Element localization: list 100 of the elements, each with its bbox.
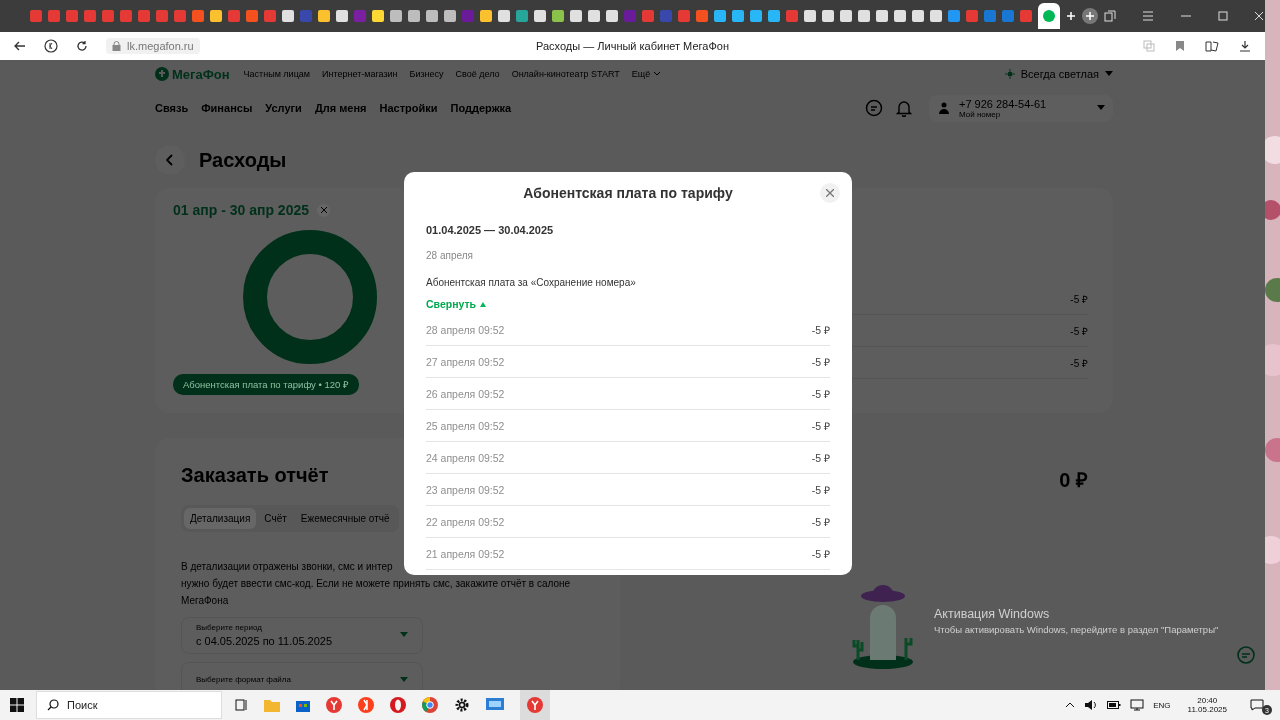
close-button[interactable] — [820, 183, 840, 203]
bell-icon[interactable] — [896, 99, 912, 117]
site-icon[interactable] — [984, 10, 996, 22]
account-selector[interactable]: +7 926 284-54-61 Мой номер — [929, 94, 1113, 122]
site-icon[interactable] — [858, 10, 870, 22]
site-icon[interactable] — [390, 10, 402, 22]
site-icon[interactable] — [606, 10, 618, 22]
nav-link[interactable]: Финансы — [201, 102, 253, 114]
collapse-link[interactable]: Свернуть — [426, 298, 487, 310]
logo[interactable]: МегаФон — [155, 66, 230, 82]
browser-icon[interactable] — [390, 697, 406, 713]
site-icon[interactable] — [66, 10, 78, 22]
nav-link[interactable]: Бизнесу — [409, 69, 444, 79]
site-icon[interactable] — [948, 10, 960, 22]
site-icon[interactable] — [894, 10, 906, 22]
site-icon[interactable] — [714, 10, 726, 22]
site-icon[interactable] — [84, 10, 96, 22]
maximize-icon[interactable] — [1218, 11, 1228, 21]
site-icon[interactable] — [228, 10, 240, 22]
site-icon[interactable] — [192, 10, 204, 22]
site-icon[interactable] — [696, 10, 708, 22]
site-icon[interactable] — [264, 10, 276, 22]
nav-link[interactable]: Услуги — [265, 102, 302, 114]
site-icon[interactable] — [318, 10, 330, 22]
site-icon[interactable] — [408, 10, 420, 22]
search-field[interactable]: Поиск — [36, 691, 222, 719]
nav-link[interactable]: Онлайн-кинотеатр START — [511, 69, 620, 79]
language-indicator[interactable]: ENG — [1153, 700, 1171, 710]
reading-list-icon[interactable] — [1205, 40, 1219, 52]
clock[interactable]: 20:40 11.05.2025 — [1187, 696, 1227, 714]
nav-link[interactable]: Поддержка — [450, 102, 512, 114]
chevron-up-icon[interactable] — [1065, 701, 1076, 709]
site-icon[interactable] — [498, 10, 510, 22]
site-icon[interactable] — [156, 10, 168, 22]
site-icon[interactable] — [210, 10, 222, 22]
plus-icon[interactable] — [1066, 11, 1076, 21]
reload-icon[interactable] — [76, 40, 88, 52]
site-icon[interactable] — [246, 10, 258, 22]
tab[interactable]: Ежемесячные отчё — [294, 508, 396, 529]
menu-icon[interactable] — [1142, 11, 1154, 21]
store-icon[interactable] — [296, 698, 310, 712]
site-icon[interactable] — [678, 10, 690, 22]
network-icon[interactable] — [1130, 699, 1145, 711]
taskbar-app[interactable] — [520, 690, 550, 720]
site-icon[interactable] — [552, 10, 564, 22]
site-icon[interactable] — [480, 10, 492, 22]
clear-button[interactable] — [317, 203, 330, 217]
chat-icon[interactable] — [865, 99, 883, 117]
site-icon[interactable] — [102, 10, 114, 22]
browser-icon[interactable] — [422, 697, 438, 713]
site-icon[interactable] — [642, 10, 654, 22]
site-icon[interactable] — [750, 10, 762, 22]
nav-link[interactable]: Частным лицам — [243, 69, 310, 79]
theme-selector[interactable]: Всегда светлая — [1004, 68, 1113, 80]
tab[interactable]: Детализация — [184, 508, 257, 529]
site-icon[interactable] — [840, 10, 852, 22]
site-icon[interactable] — [534, 10, 546, 22]
nav-link[interactable]: Настройки — [379, 102, 438, 114]
tab[interactable]: Счёт — [258, 508, 293, 529]
chat-icon[interactable] — [1236, 645, 1256, 665]
nav-link[interactable]: Своё дело — [455, 69, 500, 79]
category-tag[interactable]: Абонентская плата по тарифу • 120 ₽ — [173, 374, 359, 395]
back-icon[interactable] — [14, 40, 26, 52]
site-icon[interactable] — [48, 10, 60, 22]
nav-link[interactable]: Для меня — [314, 102, 367, 114]
site-icon[interactable] — [912, 10, 924, 22]
site-icon[interactable] — [966, 10, 978, 22]
browser-icon[interactable] — [326, 697, 342, 713]
site-icon[interactable] — [930, 10, 942, 22]
site-icon[interactable] — [372, 10, 384, 22]
site-icon[interactable] — [768, 10, 780, 22]
windows-start-icon[interactable] — [10, 698, 24, 712]
site-icon[interactable] — [822, 10, 834, 22]
download-icon[interactable] — [1239, 40, 1251, 52]
site-icon[interactable] — [444, 10, 456, 22]
site-icon[interactable] — [426, 10, 438, 22]
site-icon[interactable] — [1002, 10, 1014, 22]
site-icon[interactable] — [336, 10, 348, 22]
select-field[interactable]: Выберите период с 04.05.2025 по 11.05.2025 — [181, 617, 423, 654]
address-field[interactable]: lk.megafon.ru — [106, 38, 200, 54]
site-icon[interactable] — [786, 10, 798, 22]
close-icon[interactable] — [1254, 11, 1264, 21]
site-icon[interactable] — [516, 10, 528, 22]
bookmark-icon[interactable] — [1175, 40, 1185, 52]
site-icon[interactable] — [588, 10, 600, 22]
back-button[interactable] — [155, 145, 185, 175]
nav-link[interactable]: Интернет-магазин — [322, 69, 398, 79]
site-icon[interactable] — [1020, 10, 1032, 22]
active-tab[interactable] — [1038, 3, 1060, 29]
settings-icon[interactable] — [454, 697, 470, 713]
more-menu[interactable]: Ещё — [631, 69, 662, 79]
site-icon[interactable] — [30, 10, 42, 22]
site-icon[interactable] — [876, 10, 888, 22]
browser-icon[interactable] — [358, 697, 374, 713]
site-icon[interactable] — [1043, 10, 1055, 22]
task-view-icon[interactable] — [234, 698, 248, 712]
monitor-icon[interactable] — [486, 698, 504, 712]
site-icon[interactable] — [282, 10, 294, 22]
new-tab-icon[interactable] — [1082, 8, 1098, 24]
speaker-icon[interactable] — [1084, 699, 1099, 711]
